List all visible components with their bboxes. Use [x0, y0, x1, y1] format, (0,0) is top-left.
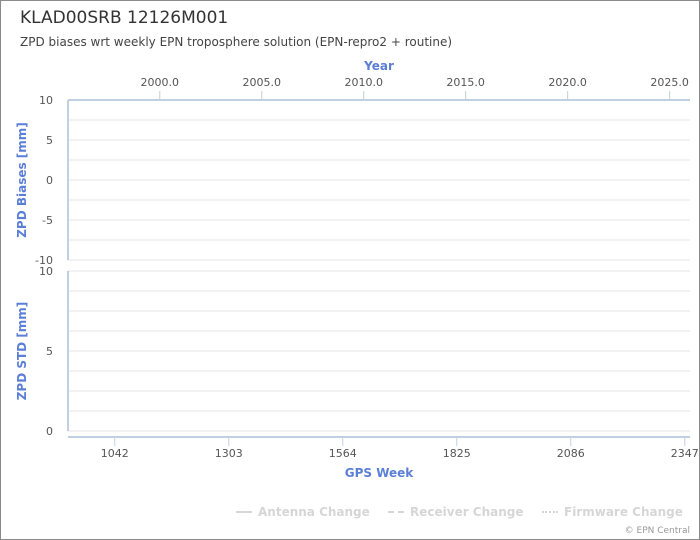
y-tick-label: -5 — [42, 214, 53, 227]
bottom-tick-label: 1825 — [443, 447, 471, 460]
dashed-line-icon — [388, 510, 404, 513]
bottom-axis-title: GPS Week — [345, 466, 415, 480]
top-tick-label: 2015.0 — [446, 76, 485, 89]
bottom-tick-label: 1303 — [215, 447, 243, 460]
y-tick-label: 10 — [39, 265, 53, 278]
y-tick-label: 5 — [46, 345, 53, 358]
credits-link[interactable]: © EPN Central — [625, 526, 690, 536]
bottom-tick-label: 2086 — [557, 447, 585, 460]
legend-item-antenna[interactable]: Antenna Change — [236, 505, 370, 519]
top-axis-title: Year — [363, 59, 394, 73]
legend-label-antenna: Antenna Change — [258, 505, 370, 519]
y-tick-label: 10 — [39, 94, 53, 107]
y-tick-label: 0 — [46, 174, 53, 187]
legend-label-receiver: Receiver Change — [410, 505, 524, 519]
chart-svg: 1050-5-10ZPD Biases [mm]1050ZPD STD [mm]… — [15, 59, 699, 480]
bottom-tick-label: 1564 — [329, 447, 357, 460]
legend-label-firmware: Firmware Change — [564, 505, 683, 519]
bottom-tick-label: 2347 — [671, 447, 699, 460]
top-tick-label: 2000.0 — [141, 76, 180, 89]
y-tick-label: 5 — [46, 134, 53, 147]
top-tick-label: 2005.0 — [242, 76, 281, 89]
legend-item-receiver[interactable]: Receiver Change — [388, 505, 524, 519]
bottom-tick-label: 1042 — [101, 447, 129, 460]
legend-item-firmware[interactable]: Firmware Change — [542, 505, 683, 519]
y-axis-title: ZPD Biases [mm] — [15, 122, 29, 238]
top-tick-label: 2025.0 — [650, 76, 689, 89]
y-axis-title: ZPD STD [mm] — [15, 302, 29, 401]
solid-line-icon — [236, 510, 252, 513]
y-tick-label: 0 — [46, 425, 53, 438]
dotted-line-icon — [542, 510, 558, 513]
top-tick-label: 2020.0 — [548, 76, 587, 89]
top-tick-label: 2010.0 — [344, 76, 383, 89]
